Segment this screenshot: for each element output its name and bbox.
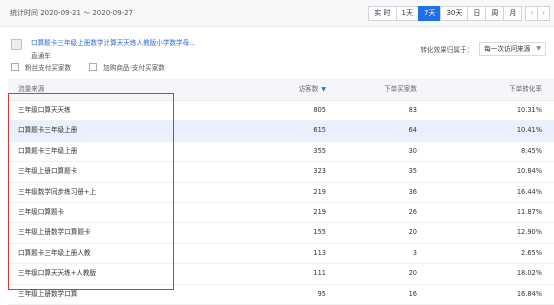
buyers-cell: 30 <box>408 146 417 155</box>
rate-cell: 11.87% <box>516 207 542 216</box>
attribution-select-value: 每一次访问来源 <box>484 45 531 53</box>
visitors-cell: 323 <box>313 167 326 176</box>
visitors-cell: 113 <box>313 248 326 257</box>
annotation-highlight-box <box>8 93 174 290</box>
buyers-cell: 36 <box>408 187 417 196</box>
attribution-filter: 转化效果归属于： 每一次访问来源 ▼ <box>420 42 546 56</box>
rate-cell: 8.45% <box>521 146 542 155</box>
range-realtime-button[interactable]: 实 时 <box>368 6 397 21</box>
buyers-cell: 20 <box>408 269 417 278</box>
visitors-cell: 95 <box>317 289 326 298</box>
range-month-button[interactable]: 月 <box>503 6 523 21</box>
time-range-selector: 实 时 1天 7天 30天 日 周 月 ‹ › <box>368 6 550 21</box>
visitors-cell: 219 <box>313 187 326 196</box>
product-title-link[interactable]: 口算题卡三年级上册数学计算天天练人教版小学数学母... <box>31 37 196 47</box>
buyers-cell: 64 <box>408 126 417 135</box>
product-info: 口算题卡三年级上册数学计算天天练人教版小学数学母... 直通车 <box>11 37 196 60</box>
rate-cell: 10.84% <box>516 167 542 176</box>
checkbox-box[interactable] <box>11 63 19 71</box>
visitors-cell: 219 <box>313 207 326 216</box>
buyers-cell: 35 <box>408 167 417 176</box>
rate-cell: 2.65% <box>521 248 542 257</box>
visitors-cell: 805 <box>313 106 326 114</box>
column-header-buyers[interactable]: 下单买家数 <box>384 79 417 100</box>
rate-cell: 10.31% <box>516 106 542 114</box>
metric-checkboxes: 粉丝支付买家数 加购商品-支付买家数 <box>11 62 183 72</box>
checkbox-label: 加购商品-支付买家数 <box>103 64 165 72</box>
buyers-cell: 3 <box>412 248 417 257</box>
range-7day-button[interactable]: 7天 <box>417 6 442 21</box>
stat-time-label: 统计时间 2020-09-21 ～ 2020-09-27 <box>10 9 134 17</box>
buyers-cell: 20 <box>408 228 417 237</box>
product-channel-label: 直通车 <box>31 52 51 60</box>
chevron-down-icon: ▼ <box>536 45 541 52</box>
buyers-cell: 83 <box>408 106 417 114</box>
visitors-cell: 155 <box>313 228 326 237</box>
rate-cell: 16.44% <box>516 187 542 196</box>
column-header-rate[interactable]: 下单转化率 <box>509 79 542 100</box>
sort-down-icon[interactable]: ▼ <box>321 86 326 93</box>
range-1day-button[interactable]: 1天 <box>395 6 419 21</box>
rate-cell: 10.41% <box>516 126 542 135</box>
column-header-visitors[interactable]: 访客数 ▼ <box>299 79 326 100</box>
cart-buyers-checkbox[interactable]: 加购商品-支付买家数 <box>89 62 165 72</box>
chevron-right-icon[interactable]: › <box>537 6 550 21</box>
fans-buyers-checkbox[interactable]: 粉丝支付买家数 <box>11 62 71 72</box>
rate-cell: 18.02% <box>516 269 542 278</box>
buyers-cell: 16 <box>408 289 417 298</box>
top-bar: 统计时间 2020-09-21 ～ 2020-09-27 实 时 1天 7天 3… <box>0 0 554 27</box>
product-image-icon <box>11 39 22 50</box>
range-30day-button[interactable]: 30天 <box>440 6 469 21</box>
checkbox-box[interactable] <box>89 63 98 71</box>
range-day-button[interactable]: 日 <box>467 6 487 21</box>
rate-cell: 16.84% <box>516 289 542 298</box>
visitors-cell: 615 <box>313 126 326 135</box>
visitors-cell: 111 <box>313 269 326 278</box>
attribution-select[interactable]: 每一次访问来源 ▼ <box>479 42 546 56</box>
checkbox-label: 粉丝支付买家数 <box>25 64 72 72</box>
attribution-label: 转化效果归属于： <box>420 46 474 54</box>
rate-cell: 12.90% <box>516 228 542 237</box>
visitors-cell: 355 <box>313 146 326 155</box>
buyers-cell: 26 <box>408 207 417 216</box>
range-week-button[interactable]: 周 <box>485 6 505 21</box>
